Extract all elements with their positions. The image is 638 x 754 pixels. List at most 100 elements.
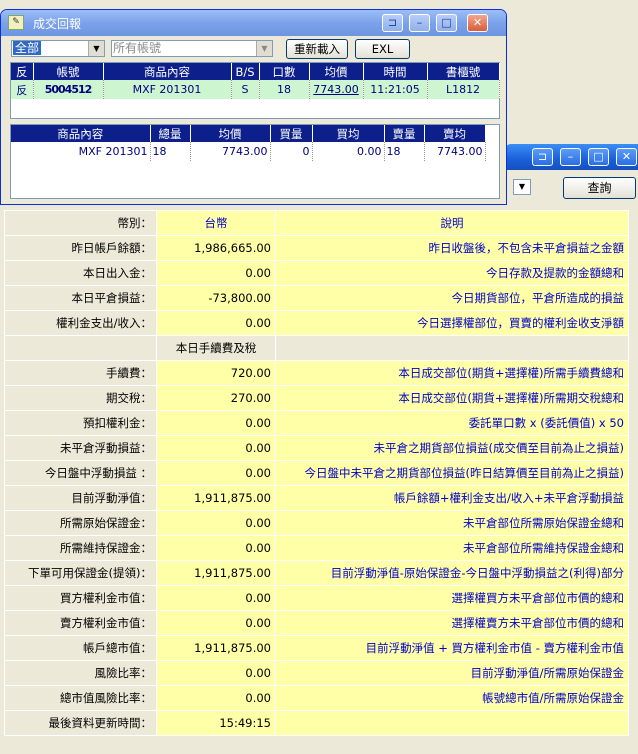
summary-label: 昨日帳戶餘額： (4, 235, 157, 261)
position-cell-product: MXF 201301 (11, 142, 151, 161)
currency-label: 幣別： (4, 210, 157, 236)
column-header[interactable]: 買均 (312, 125, 385, 142)
column-header[interactable]: 書櫃號 (427, 63, 500, 80)
account-summary-table: 幣別： 台幣 說明 昨日帳戶餘額： 1,986,665.00 昨日收盤後，不包含未平倉損益… (4, 210, 629, 736)
summary-description: 選擇權賣方未平倉部位市價的總和 (275, 610, 629, 636)
trade-row[interactable]: 反 5004512 MXF 201301 S 18 7743.00 11:21:05 L181… (11, 80, 500, 99)
summary-label: 本日出入金： (4, 260, 157, 286)
summary-label: 期交稅： (4, 385, 157, 411)
currency-value: 台幣 (156, 210, 276, 236)
summary-description: 目前浮動淨值-原始保證金-今日盤中浮動損益之(利得)部分 (275, 560, 629, 586)
summary-row: 預扣權利金： 0.00 委託單口數 x (委託價值) x 50 (4, 410, 629, 436)
column-header[interactable]: 均價 (190, 125, 271, 142)
summary-description: 今日期貨部位，平倉所造成的損益 (275, 285, 629, 311)
summary-value: 0.00 (156, 585, 276, 611)
excel-export-button[interactable]: EXL (355, 39, 410, 59)
summary-window-titlebar: ⊐ – □ ✕ (505, 144, 638, 170)
chevron-down-icon: ▼ (256, 41, 272, 56)
reload-button[interactable]: 重新載入 (286, 39, 348, 59)
close-icon[interactable]: ✕ (467, 14, 488, 32)
summary-value: 0.00 (156, 660, 276, 686)
app-icon: ✎ (8, 15, 24, 30)
summary-row: 權利金支出/收入： 0.00 今日選擇權部位，買賣的權利金收支淨額 (4, 310, 629, 336)
summary-value: 0.00 (156, 535, 276, 561)
trade-cell-account: 5004512 (33, 80, 104, 99)
trade-report-window: ✎ 成交回報 ⊐ – □ ✕ 全部 ▼ 所有帳號 ▼ 重新載入 EXL 反帳號商… (0, 9, 507, 205)
summary-value: 720.00 (156, 360, 276, 386)
column-header[interactable]: 帳號 (33, 63, 104, 80)
summary-label: 所需維持保證金： (4, 535, 157, 561)
window-title: 成交回報 (33, 17, 82, 31)
position-cell-sell_avg: 7743.00 (424, 142, 486, 161)
fees-section-row: 本日手續費及稅 (4, 335, 629, 361)
restore-icon[interactable]: ⊐ (532, 148, 553, 166)
summary-row: 未平倉浮動損益： 0.00 未平倉之期貨部位損益(成交價至目前為止之損益) (4, 435, 629, 461)
positions-grid: 商品內容 總量 均價 買量 買均 賣量 賣均 MXF 201301 18 7743.00 0 0.0… (11, 125, 486, 161)
summary-description: 昨日收盤後，不包含未平倉損益之金額 (275, 235, 629, 261)
column-header[interactable]: 賣量 (384, 125, 425, 142)
trades-header-row: 反帳號 商品內容 B/S 口數 均價 時間 書櫃號 (11, 63, 500, 80)
column-header[interactable]: 時間 (363, 63, 428, 80)
summary-row: 所需原始保證金： 0.00 未平倉部位所需原始保證金總和 (4, 510, 629, 536)
restore-icon[interactable]: ⊐ (382, 14, 403, 32)
query-button[interactable]: 查詢 (563, 177, 636, 199)
summary-value: 0.00 (156, 460, 276, 486)
minimize-icon[interactable]: – (409, 14, 430, 32)
summary-row: 下單可用保證金(提領)： 1,911,875.00 目前浮動淨值-原始保證金-今日盤… (4, 560, 629, 586)
summary-value: 1,986,665.00 (156, 235, 276, 261)
summary-description: 帳戶餘額+權利金支出/收入+未平倉浮動損益 (275, 485, 629, 511)
summary-row: 今日盤中浮動損益 ： 0.00 今日盤中未平倉之期貨部位損益(昨日結算價至目前為止之… (4, 460, 629, 486)
summary-description: 未平倉之期貨部位損益(成交價至目前為止之損益) (275, 435, 629, 461)
summary-label: 總市值風險比率： (4, 685, 157, 711)
summary-label: 下單可用保證金(提領)： (4, 560, 157, 586)
trade-cell-side: S (231, 80, 260, 99)
summary-label: 風險比率： (4, 660, 157, 686)
summary-label: 今日盤中浮動損益 ： (4, 460, 157, 486)
column-header[interactable]: B/S (231, 63, 260, 80)
trade-cell-book: L1812 (427, 80, 500, 99)
summary-description: 今日選擇權部位，買賣的權利金收支淨額 (275, 310, 629, 336)
summary-value: 0.00 (156, 610, 276, 636)
trade-cell-time: 11:21:05 (363, 80, 428, 99)
summary-row: 本日平倉損益： -73,800.00 今日期貨部位，平倉所造成的損益 (4, 285, 629, 311)
summary-row: 總市值風險比率： 0.00 帳號總市值/所需原始保證金 (4, 685, 629, 711)
column-header[interactable]: 商品內容 (11, 125, 151, 142)
close-icon[interactable]: ✕ (616, 148, 637, 166)
trade-report-titlebar[interactable]: ✎ 成交回報 ⊐ – □ ✕ (1, 10, 506, 36)
fees-section-label: 本日手續費及稅 (156, 335, 276, 361)
trade-cell-flag: 反 (11, 80, 34, 99)
currency-dropdown-arrow[interactable]: ▼ (513, 179, 531, 195)
column-header[interactable]: 買量 (270, 125, 313, 142)
summary-description: 今日存款及提款的金額總和 (275, 260, 629, 286)
summary-label: 所需原始保證金： (4, 510, 157, 536)
section-spacer (275, 335, 629, 361)
summary-value: 0.00 (156, 260, 276, 286)
column-header[interactable]: 賣均 (424, 125, 486, 142)
column-header[interactable]: 商品內容 (103, 63, 232, 80)
column-header[interactable]: 均價 (309, 63, 364, 80)
chevron-down-icon[interactable]: ▼ (88, 41, 104, 56)
filter-select[interactable]: 全部 ▼ (11, 40, 105, 57)
summary-row: 手續費： 720.00 本日成交部位(期貨+選擇權)所需手續費總和 (4, 360, 629, 386)
summary-value: 270.00 (156, 385, 276, 411)
summary-value: -73,800.00 (156, 285, 276, 311)
trades-grid: 反帳號 商品內容 B/S 口數 均價 時間 書櫃號 反 5004512 MXF 201301 S 1… (11, 63, 500, 99)
column-header[interactable]: 口數 (259, 63, 310, 80)
position-row[interactable]: MXF 201301 18 7743.00 0 0.00 18 7743.00 (11, 142, 486, 161)
column-header[interactable]: 反 (11, 63, 34, 80)
summary-value: 0.00 (156, 510, 276, 536)
summary-label: 帳戶總市值： (4, 635, 157, 661)
minimize-icon[interactable]: – (560, 148, 581, 166)
summary-label: 預扣權利金： (4, 410, 157, 436)
summary-label: 最後資料更新時間： (4, 710, 157, 736)
summary-row: 昨日帳戶餘額： 1,986,665.00 昨日收盤後，不包含未平倉損益之金額 (4, 235, 629, 261)
summary-value: 0.00 (156, 685, 276, 711)
summary-description: 帳號總市值/所需原始保證金 (275, 685, 629, 711)
summary-label: 本日平倉損益： (4, 285, 157, 311)
maximize-icon[interactable]: □ (436, 14, 457, 32)
column-header[interactable]: 總量 (150, 125, 191, 142)
summary-row: 買方權利金市值： 0.00 選擇權買方未平倉部位市價的總和 (4, 585, 629, 611)
summary-description (275, 710, 629, 736)
maximize-icon[interactable]: □ (588, 148, 609, 166)
account-select: 所有帳號 ▼ (111, 40, 273, 57)
